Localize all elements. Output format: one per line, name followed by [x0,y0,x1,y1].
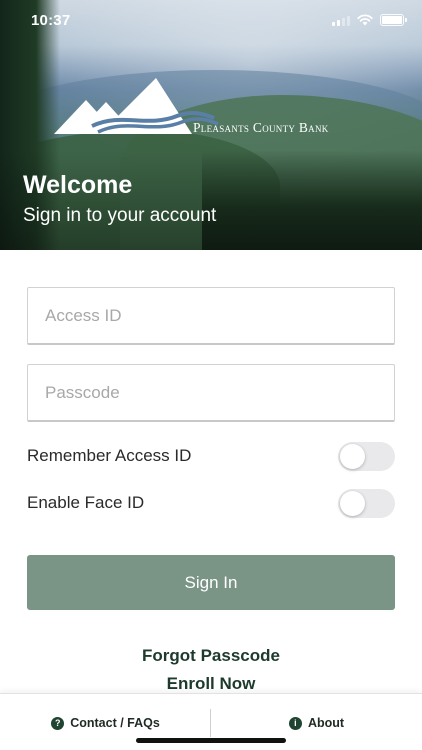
tab-contact-faqs-label: Contact / FAQs [70,716,160,730]
passcode-input[interactable] [28,365,394,420]
status-bar: 10:37 [0,0,422,44]
info-circle-icon: i [288,716,302,730]
status-time: 10:37 [31,12,71,29]
passcode-field[interactable] [27,364,395,422]
cellular-signal-icon [332,15,350,26]
access-id-field[interactable] [27,287,395,345]
sign-in-button[interactable]: Sign In [27,555,395,610]
welcome-subtitle: Sign in to your account [23,205,217,226]
remember-access-id-row: Remember Access ID [27,441,395,471]
welcome-title: Welcome [23,171,133,199]
tab-about-label: About [307,716,345,730]
access-id-input[interactable] [28,288,394,343]
enroll-now-link[interactable]: Enroll Now [0,674,422,694]
remember-access-id-toggle[interactable] [338,441,395,471]
remember-access-id-label: Remember Access ID [27,446,192,465]
bank-name: Pleasants County Bank [193,120,329,135]
enable-face-id-label: Enable Face ID [27,493,145,512]
enable-face-id-toggle[interactable] [338,488,395,518]
status-icons [332,14,407,26]
tab-about[interactable]: i About [211,708,422,738]
tab-contact-faqs[interactable]: ? Contact / FAQs [0,708,211,738]
home-indicator [136,738,286,743]
wifi-icon [357,14,373,26]
enable-face-id-row: Enable Face ID [27,488,395,518]
forgot-passcode-link[interactable]: Forgot Passcode [0,646,422,666]
question-circle-icon: ? [51,716,65,730]
battery-icon [380,14,407,26]
